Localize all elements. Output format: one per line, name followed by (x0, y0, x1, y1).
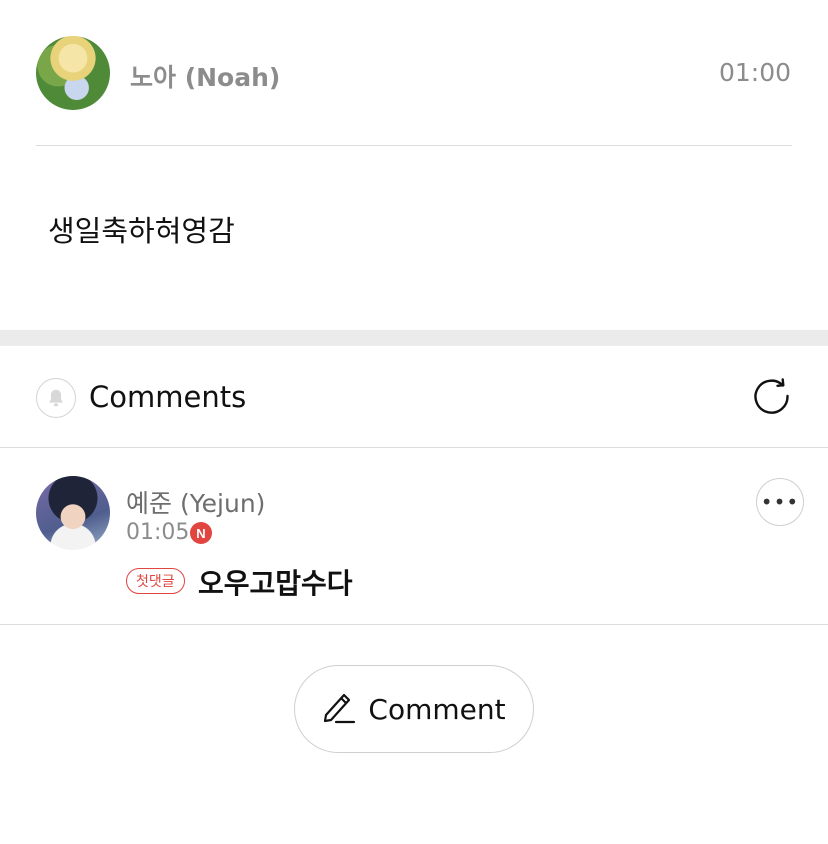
avatar[interactable] (36, 36, 110, 110)
section-separator (0, 330, 828, 346)
new-badge: N (190, 522, 212, 544)
comments-header: Comments (0, 346, 828, 448)
comments-title: Comments (89, 380, 247, 414)
write-comment-button[interactable]: Comment (294, 665, 534, 753)
first-comment-badge: 첫댓글 (126, 568, 185, 594)
more-options-button[interactable]: ••• (756, 478, 804, 526)
divider (0, 624, 828, 625)
refresh-icon[interactable] (752, 376, 792, 416)
comment-time: 01:05 (126, 520, 190, 545)
comment-item: 예준 (Yejun) 01:05 N ••• 첫댓글 오우고맙수다 (0, 448, 828, 624)
post-body: 생일축하혀영감 (48, 214, 235, 248)
post-time: 01:00 (718, 58, 791, 87)
post-author-name[interactable]: 노아 (Noah) (130, 58, 280, 94)
divider (36, 145, 792, 146)
avatar[interactable] (36, 476, 110, 550)
post-header: 노아 (Noah) 01:00 (0, 0, 828, 146)
write-comment-label: Comment (368, 692, 506, 726)
comment-text: 오우고맙수다 (198, 567, 353, 600)
bell-icon[interactable] (36, 378, 76, 418)
pencil-icon (322, 688, 356, 731)
comment-author-name[interactable]: 예준 (Yejun) (126, 484, 265, 520)
